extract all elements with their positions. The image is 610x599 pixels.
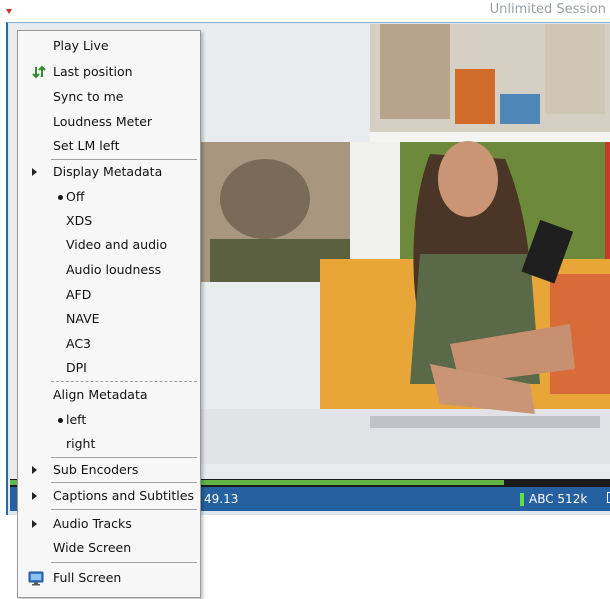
menu-item-last-position[interactable]: Last position xyxy=(18,61,200,83)
last-position-icon xyxy=(32,65,46,79)
session-label: Unlimited Session xyxy=(489,2,606,17)
menu-item-align-metadata[interactable]: Align Metadata xyxy=(18,384,200,406)
metadata-option-afd[interactable]: AFD xyxy=(18,284,200,306)
timecode: 49.13 xyxy=(204,492,239,506)
top-strip: Unlimited Session xyxy=(0,0,610,22)
selected-dot-icon xyxy=(58,195,63,200)
red-marker-icon xyxy=(6,9,12,14)
align-option-left[interactable]: left xyxy=(18,409,200,431)
metadata-option-nave[interactable]: NAVE xyxy=(18,308,200,330)
menu-item-sub-encoders[interactable]: Sub Encoders xyxy=(18,459,200,481)
metadata-option-off[interactable]: Off xyxy=(18,186,200,208)
menu-item-audio-tracks[interactable]: Audio Tracks xyxy=(18,513,200,535)
menu-separator-dashed xyxy=(51,381,197,382)
submenu-arrow-icon xyxy=(32,466,37,474)
submenu-arrow-icon xyxy=(32,168,37,176)
menu-separator xyxy=(51,159,197,160)
metadata-option-video-and-audio[interactable]: Video and audio xyxy=(18,234,200,256)
menu-item-captions-and-subtitles[interactable]: Captions and Subtitles xyxy=(18,485,200,507)
channel-bitrate: ABC 512k xyxy=(529,492,588,506)
submenu-arrow-icon xyxy=(32,520,37,528)
menu-item-set-lm-left[interactable]: Set LM left xyxy=(18,135,200,157)
metadata-option-xds[interactable]: XDS xyxy=(18,210,200,232)
metadata-option-audio-loudness[interactable]: Audio loudness xyxy=(18,259,200,281)
menu-item-full-screen[interactable]: Full Screen xyxy=(18,567,200,589)
menu-item-display-metadata[interactable]: Display Metadata xyxy=(18,161,200,183)
menu-item-play-live[interactable]: Play Live xyxy=(18,35,200,57)
menu-separator xyxy=(51,562,197,563)
menu-separator xyxy=(51,457,197,458)
monitor-icon xyxy=(28,571,44,586)
menu-separator xyxy=(51,482,197,483)
menu-item-sync-to-me[interactable]: Sync to me xyxy=(18,86,200,108)
metadata-option-dpi[interactable]: DPI xyxy=(18,357,200,379)
menu-item-wide-screen[interactable]: Wide Screen xyxy=(18,537,200,559)
align-option-right[interactable]: right xyxy=(18,433,200,455)
signal-indicator-icon xyxy=(520,493,524,506)
menu-item-loudness-meter[interactable]: Loudness Meter xyxy=(18,111,200,133)
metadata-option-ac3[interactable]: AC3 xyxy=(18,333,200,355)
submenu-arrow-icon xyxy=(32,492,37,500)
menu-separator xyxy=(51,509,197,510)
selected-dot-icon xyxy=(58,418,63,423)
context-menu: Play Live Last position Sync to me Loudn… xyxy=(17,30,201,598)
